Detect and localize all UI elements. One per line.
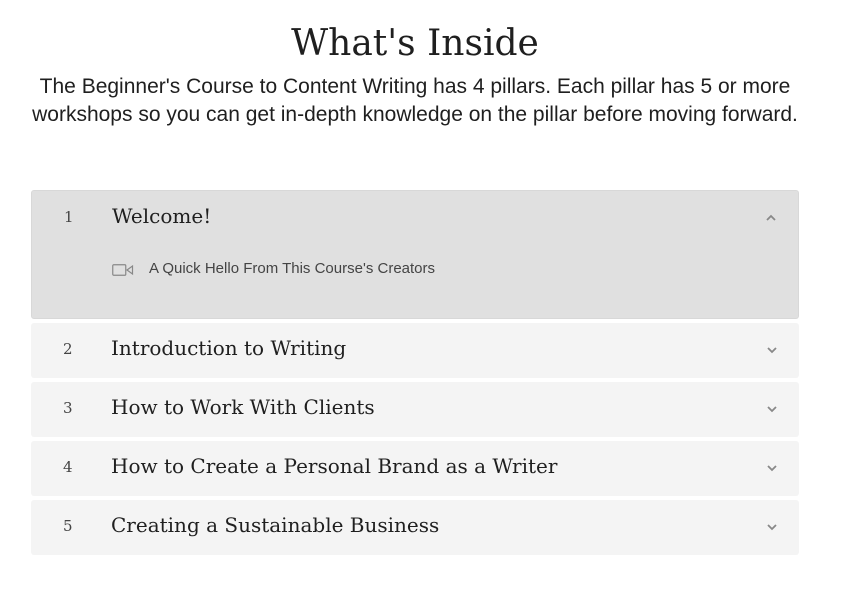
section-number: 2 xyxy=(63,340,73,358)
lesson-list: A Quick Hello From This Course's Creator… xyxy=(32,246,798,318)
section-title: How to Create a Personal Brand as a Writ… xyxy=(111,454,558,478)
curriculum-accordion: 1 Welcome! A Quick Hello From This Cours… xyxy=(31,190,799,559)
section-header[interactable]: 1 Welcome! xyxy=(32,191,798,246)
page-title: What's Inside xyxy=(291,23,539,64)
section-title: Welcome! xyxy=(112,204,212,228)
lesson-title[interactable]: A Quick Hello From This Course's Creator… xyxy=(149,260,435,277)
section-title: Creating a Sustainable Business xyxy=(111,513,440,537)
section-header[interactable]: 5 Creating a Sustainable Business xyxy=(31,500,799,555)
section-personal-brand[interactable]: 4 How to Create a Personal Brand as a Wr… xyxy=(31,441,799,496)
section-title: Introduction to Writing xyxy=(111,336,347,360)
section-number: 3 xyxy=(63,399,73,417)
section-introduction-to-writing[interactable]: 2 Introduction to Writing xyxy=(31,323,799,378)
chevron-down-icon[interactable] xyxy=(765,343,779,357)
section-title: How to Work With Clients xyxy=(111,395,375,419)
chevron-down-icon[interactable] xyxy=(765,461,779,475)
section-number: 4 xyxy=(63,458,73,476)
video-icon xyxy=(112,264,134,276)
section-number: 1 xyxy=(64,208,74,226)
section-how-to-work-with-clients[interactable]: 3 How to Work With Clients xyxy=(31,382,799,437)
section-header[interactable]: 4 How to Create a Personal Brand as a Wr… xyxy=(31,441,799,496)
section-welcome[interactable]: 1 Welcome! A Quick Hello From This Cours… xyxy=(31,190,799,319)
chevron-down-icon[interactable] xyxy=(765,520,779,534)
section-sustainable-business[interactable]: 5 Creating a Sustainable Business xyxy=(31,500,799,555)
chevron-up-icon[interactable] xyxy=(764,211,778,225)
section-number: 5 xyxy=(63,517,73,535)
page-intro: The Beginner's Course to Content Writing… xyxy=(32,75,798,126)
section-header[interactable]: 3 How to Work With Clients xyxy=(31,382,799,437)
lesson-item[interactable]: A Quick Hello From This Course's Creator… xyxy=(112,260,798,280)
chevron-down-icon[interactable] xyxy=(765,402,779,416)
section-header[interactable]: 2 Introduction to Writing xyxy=(31,323,799,378)
